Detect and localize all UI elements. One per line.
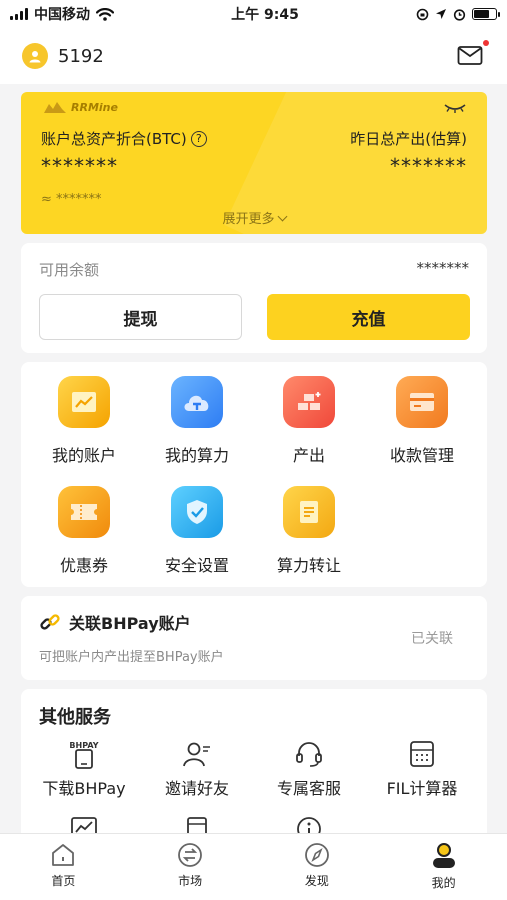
service-download-bhpay[interactable]: BHPAY 下载BHPay [29,739,139,799]
profile-icon [432,843,455,868]
total-assets-label: 账户总资产折合(BTC) ? [41,128,207,149]
bhpay-link-card[interactable]: 关联BHPay账户 可把账户内产出提至BHPay账户 已关联 [21,596,487,680]
hide-eye-icon[interactable] [443,102,467,114]
tab-label: 市场 [178,874,203,888]
tab-home[interactable]: 首页 [0,834,127,900]
bhpay-status: 已关联 [411,631,453,647]
exchange-icon [178,843,203,867]
gold-bars-icon [283,376,335,428]
tab-label: 我的 [431,876,456,890]
signal-icon [10,8,28,20]
headset-icon [254,739,364,769]
bhpay-title: 关联BHPay账户 [39,610,191,634]
mail-icon [457,46,483,65]
user-info[interactable]: 5192 [22,43,104,69]
function-grid: 我的账户 我的算力 产出 收款管理 优惠券 安全设置 算力转让 [21,362,487,587]
grid-label: 产出 [292,446,325,465]
grid-item-security-settings[interactable]: 安全设置 [142,486,252,576]
alarm-icon [453,8,466,21]
service-label: 邀请好友 [164,779,229,798]
asset-card: RRMine 账户总资产折合(BTC) ? 昨日总产出(估算) ******* … [21,92,487,234]
svg-text:BHPAY: BHPAY [69,741,98,750]
wifi-icon [96,7,114,21]
balance-value: ******* [416,259,470,277]
grid-item-coupons[interactable]: 优惠券 [29,486,139,576]
services-title: 其他服务 [39,707,111,728]
battery-icon [471,8,500,20]
home-icon [52,844,75,866]
tab-market[interactable]: 市场 [127,834,254,900]
carrier-label: 中国移动 [34,7,90,23]
shield-icon [171,486,223,538]
phone-icon: BHPAY [29,739,139,769]
grid-label: 我的账户 [51,446,116,465]
location-icon [435,9,446,19]
recharge-button[interactable]: 充值 [267,294,470,340]
balance-label: 可用余额 [39,261,100,279]
rrmine-logo-icon [44,102,66,113]
chevron-down-icon [277,211,287,222]
grid-item-output[interactable]: 产出 [254,376,364,466]
tab-label: 首页 [51,874,76,888]
status-bar: 中国移动 上午 9:45 [0,0,507,28]
tab-label: 发现 [304,874,329,888]
approx-value: ≈ ******* [41,192,102,207]
compass-icon [304,843,329,867]
balance-card: 可用余额 ******* 提现 充值 [21,243,487,353]
tab-mine[interactable]: 我的 [380,834,507,900]
grid-label: 安全设置 [164,556,229,575]
service-invite-friends[interactable]: 邀请好友 [142,739,252,799]
coupon-icon [58,486,110,538]
service-label: 专属客服 [276,779,341,798]
bhpay-subtitle: 可把账户内产出提至BHPay账户 [39,650,224,665]
brand-name: RRMine [71,100,118,114]
calculator-icon [367,739,477,769]
avatar[interactable] [22,43,48,69]
cloud-icon [171,376,223,428]
service-fil-calculator[interactable]: FIL计算器 [367,739,477,799]
total-assets-value: ******* [41,154,118,178]
yesterday-output-label: 昨日总产出(估算) [350,130,467,148]
grid-item-my-hashrate[interactable]: 我的算力 [142,376,252,466]
grid-label: 算力转让 [276,556,341,575]
status-right [416,8,500,21]
grid-item-hashrate-transfer[interactable]: 算力转让 [254,486,364,576]
document-icon [283,486,335,538]
status-left: 中国移动 [10,4,114,24]
grid-item-payment-management[interactable]: 收款管理 [367,376,477,466]
header: 5192 [0,28,507,84]
withdraw-button[interactable]: 提现 [39,294,242,340]
service-label: FIL计算器 [386,779,458,798]
grid-label: 我的算力 [164,446,229,465]
tab-discover[interactable]: 发现 [254,834,381,900]
grid-label: 收款管理 [389,446,454,465]
message-button[interactable] [457,40,489,68]
bottom-tab-bar: 首页 市场 发现 我的 [0,833,507,900]
brand-logo: RRMine [43,100,118,114]
help-icon[interactable]: ? [190,130,207,147]
notification-dot [483,40,489,46]
rotation-lock-icon [416,8,429,20]
yesterday-output-value: ******* [390,154,467,178]
service-label: 下载BHPay [42,779,126,798]
account-icon [58,376,110,428]
username: 5192 [58,45,104,67]
link-icon [40,614,60,630]
grid-label: 优惠券 [59,556,108,575]
expand-more-button[interactable]: 展开更多 [21,208,487,227]
grid-item-my-account[interactable]: 我的账户 [29,376,139,466]
service-customer-support[interactable]: 专属客服 [254,739,364,799]
add-friend-icon [142,739,252,769]
user-icon [29,51,41,63]
status-time: 上午 9:45 [231,7,299,23]
other-services-card: 其他服务 BHPAY 下载BHPay 邀请好友 专属客服 FIL计算器 [21,689,487,849]
card-icon [396,376,448,428]
